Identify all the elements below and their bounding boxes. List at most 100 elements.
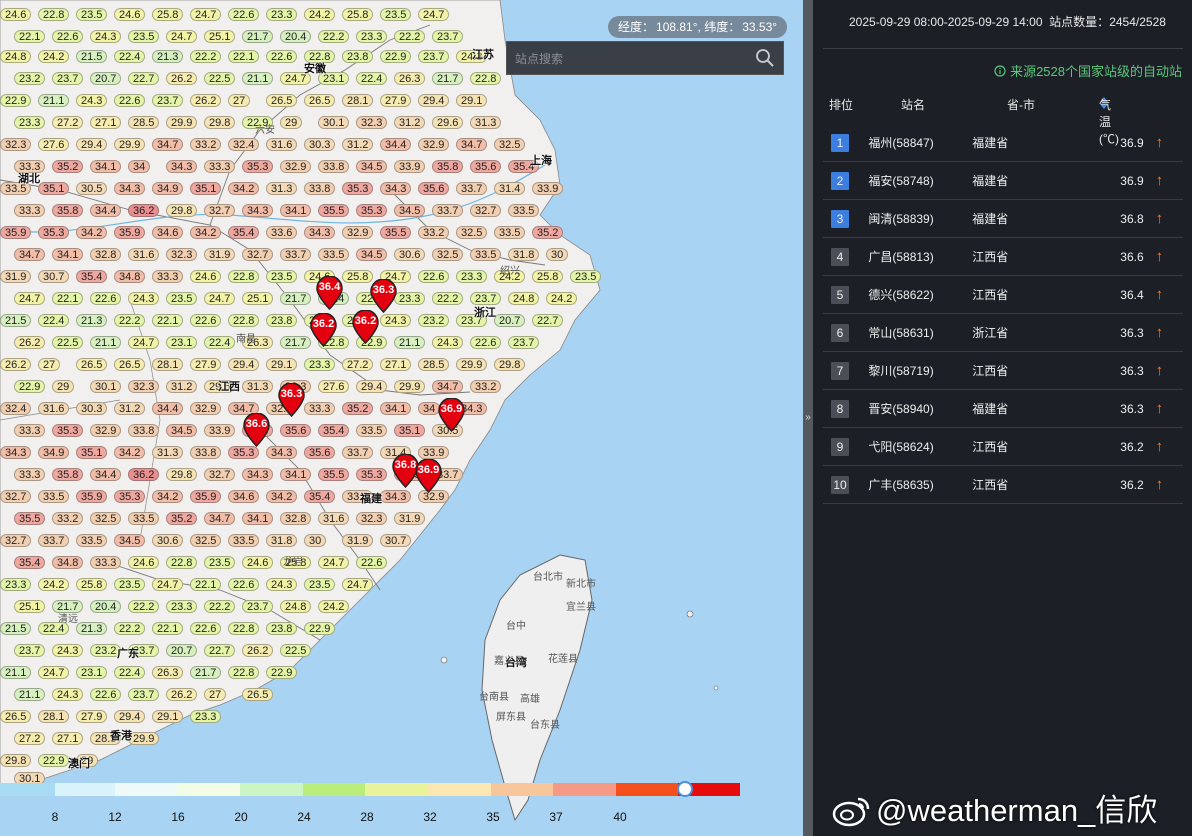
station-temp-label[interactable]: 34.5: [356, 160, 388, 173]
station-temp-label[interactable]: 33.5: [508, 204, 540, 217]
station-temp-label[interactable]: 32.7: [470, 204, 502, 217]
station-temp-label[interactable]: 33.7: [280, 248, 312, 261]
station-temp-label[interactable]: 33.9: [204, 424, 236, 437]
top-station-pin[interactable]: 36.2: [352, 310, 379, 344]
station-temp-label[interactable]: 23.7: [432, 30, 464, 43]
station-temp-label[interactable]: 23.7: [242, 600, 274, 613]
station-temp-label[interactable]: 33.2: [470, 380, 502, 393]
station-temp-label[interactable]: 22.6: [228, 578, 260, 591]
station-temp-label[interactable]: 22.5: [52, 336, 84, 349]
station-temp-label[interactable]: 35.3: [356, 204, 388, 217]
station-temp-label[interactable]: 35.3: [228, 446, 260, 459]
station-temp-label[interactable]: 35.4: [304, 490, 336, 503]
station-temp-label[interactable]: 23.7: [52, 72, 84, 85]
station-temp-label[interactable]: 23.3: [356, 30, 388, 43]
station-temp-label[interactable]: 30.3: [304, 138, 336, 151]
station-temp-label[interactable]: 33.3: [14, 468, 46, 481]
station-temp-label[interactable]: 34.3: [242, 468, 274, 481]
station-temp-label[interactable]: 22.9: [14, 380, 46, 393]
station-name[interactable]: 福州(58847): [868, 124, 973, 162]
station-temp-label[interactable]: 22.1: [228, 50, 260, 63]
station-temp-label[interactable]: 27: [228, 94, 251, 107]
station-search-input[interactable]: [507, 42, 757, 76]
station-temp-label[interactable]: 32.5: [456, 226, 488, 239]
station-name[interactable]: 黎川(58719): [868, 351, 973, 390]
station-temp-label[interactable]: 24.3: [266, 578, 298, 591]
station-temp-label[interactable]: 24.3: [432, 336, 464, 349]
station-temp-label[interactable]: 35.6: [280, 424, 312, 437]
station-temp-label[interactable]: 33.7: [432, 204, 464, 217]
station-temp-label[interactable]: 34.3: [380, 490, 412, 503]
station-temp-label[interactable]: 20.7: [166, 644, 198, 657]
station-temp-label[interactable]: 31.3: [152, 446, 184, 459]
station-temp-label[interactable]: 33.8: [304, 182, 336, 195]
station-temp-label[interactable]: 35.4: [318, 424, 350, 437]
station-temp-label[interactable]: 21.7: [242, 30, 274, 43]
station-temp-label[interactable]: 34.2: [266, 490, 298, 503]
station-temp-label[interactable]: 34.9: [38, 446, 70, 459]
station-temp-label[interactable]: 24.2: [38, 578, 70, 591]
station-temp-label[interactable]: 33.3: [152, 270, 184, 283]
station-temp-label[interactable]: 31.8: [266, 534, 298, 547]
station-temp-label[interactable]: 33.7: [456, 182, 488, 195]
station-temp-label[interactable]: 23.8: [342, 50, 374, 63]
station-temp-label[interactable]: 32.9: [90, 424, 122, 437]
station-temp-label[interactable]: 26.5: [304, 94, 336, 107]
station-temp-label[interactable]: 34.1: [280, 204, 312, 217]
station-temp-label[interactable]: 22.2: [318, 30, 350, 43]
station-temp-label[interactable]: 23.2: [14, 72, 46, 85]
station-temp-label[interactable]: 34.3: [266, 446, 298, 459]
station-temp-label[interactable]: 34.2: [114, 446, 146, 459]
station-temp-label[interactable]: 31.4: [494, 182, 526, 195]
station-temp-label[interactable]: 36.2: [128, 468, 160, 481]
station-temp-label[interactable]: 27.1: [52, 732, 84, 745]
station-temp-label[interactable]: 22.9: [0, 94, 32, 107]
ranking-row[interactable]: 6 常山(58631) 浙江省 36.3 ↑: [823, 313, 1183, 352]
station-temp-label[interactable]: 24.7: [38, 666, 70, 679]
temperature-map[interactable]: 24.6 22.8 23.5 24.6 25.8 24.7 22.6 23.3 24.2 25.8…: [0, 0, 803, 836]
station-temp-label[interactable]: 35.9: [0, 226, 32, 239]
station-temp-label[interactable]: 32.8: [280, 512, 312, 525]
station-temp-label[interactable]: 32.3: [356, 116, 388, 129]
station-temp-label[interactable]: 23.1: [166, 336, 198, 349]
station-temp-label[interactable]: 24.3: [52, 688, 84, 701]
station-name[interactable]: 广丰(58635): [868, 465, 973, 504]
station-temp-label[interactable]: 29.6: [432, 116, 464, 129]
station-temp-label[interactable]: 33.2: [52, 512, 84, 525]
station-temp-label[interactable]: 30.1: [90, 380, 122, 393]
station-temp-label[interactable]: 34.2: [228, 182, 260, 195]
station-temp-label[interactable]: 32.7: [242, 248, 274, 261]
station-temp-label[interactable]: 34.3: [380, 182, 412, 195]
station-temp-label[interactable]: 21.1: [38, 94, 70, 107]
station-temp-label[interactable]: 34.8: [52, 556, 84, 569]
station-temp-label[interactable]: 22.8: [228, 270, 260, 283]
station-temp-label[interactable]: 35.4: [228, 226, 260, 239]
station-temp-label[interactable]: 33.9: [418, 446, 450, 459]
station-temp-label[interactable]: 22.6: [418, 270, 450, 283]
station-temp-label[interactable]: 31.9: [204, 248, 236, 261]
station-temp-label[interactable]: 21.1: [90, 336, 122, 349]
station-temp-label[interactable]: 34.5: [356, 248, 388, 261]
station-temp-label[interactable]: 21.7: [280, 292, 312, 305]
station-temp-label[interactable]: 24.3: [52, 644, 84, 657]
station-temp-label[interactable]: 34.7: [152, 138, 184, 151]
station-temp-label[interactable]: 24.8: [280, 600, 312, 613]
station-temp-label[interactable]: 35.5: [14, 512, 46, 525]
station-temp-label[interactable]: 22.1: [52, 292, 84, 305]
station-temp-label[interactable]: 22.9: [38, 754, 70, 767]
station-temp-label[interactable]: 31.9: [0, 270, 32, 283]
station-temp-label[interactable]: 25.1: [14, 600, 46, 613]
station-temp-label[interactable]: 24.6: [114, 8, 146, 21]
station-temp-label[interactable]: 33.2: [418, 226, 450, 239]
station-temp-label[interactable]: 22.4: [114, 50, 146, 63]
station-temp-label[interactable]: 26.2: [14, 336, 46, 349]
station-temp-label[interactable]: 30: [546, 248, 569, 261]
station-temp-label[interactable]: 26.2: [242, 644, 274, 657]
station-temp-label[interactable]: 22.5: [204, 72, 236, 85]
station-temp-label[interactable]: 22.7: [128, 72, 160, 85]
station-temp-label[interactable]: 35.3: [114, 490, 146, 503]
station-temp-label[interactable]: 22.2: [432, 292, 464, 305]
station-temp-label[interactable]: 26.5: [76, 358, 108, 371]
station-temp-label[interactable]: 26.2: [190, 94, 222, 107]
top-station-pin[interactable]: 36.3: [370, 279, 397, 313]
